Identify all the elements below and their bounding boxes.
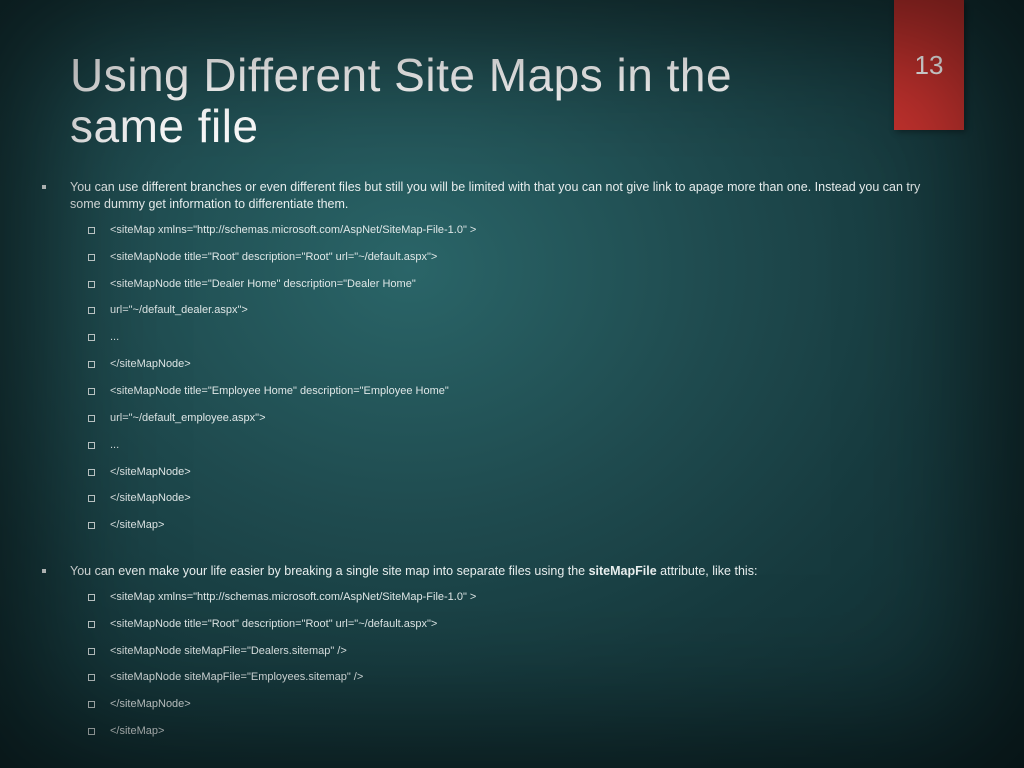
- code-line: url="~/default_dealer.aspx">: [110, 303, 954, 318]
- code-line: </siteMapNode>: [110, 465, 954, 480]
- code-line: <siteMapNode siteMapFile="Dealers.sitema…: [110, 644, 954, 659]
- bullet-text-bold: siteMapFile: [589, 564, 657, 578]
- code-line: ...: [110, 330, 954, 345]
- code-line: <siteMapNode title="Root" description="R…: [110, 617, 954, 632]
- code-line: <siteMapNode title="Dealer Home" descrip…: [110, 277, 954, 292]
- code-line: ...: [110, 438, 954, 453]
- slide: 13 Using Different Site Maps in the same…: [0, 0, 1024, 768]
- code-line: </siteMapNode>: [110, 357, 954, 372]
- page-number: 13: [915, 50, 944, 81]
- code-line: <siteMap xmlns="http://schemas.microsoft…: [110, 590, 954, 605]
- code-line: <siteMap xmlns="http://schemas.microsoft…: [110, 223, 954, 238]
- code-line: </siteMap>: [110, 518, 954, 533]
- code-line: url="~/default_employee.aspx">: [110, 411, 954, 426]
- code-line: <siteMapNode siteMapFile="Employees.site…: [110, 670, 954, 685]
- bullet-text-part: You can even make your life easier by br…: [70, 564, 589, 578]
- code-line: </siteMapNode>: [110, 491, 954, 506]
- bullet-text-part: attribute, like this:: [657, 564, 758, 578]
- code-line: <siteMapNode title="Root" description="R…: [110, 250, 954, 265]
- slide-title: Using Different Site Maps in the same fi…: [70, 50, 830, 151]
- bullet-list: You can use different branches or even d…: [70, 179, 954, 739]
- sub-bullet-list: <siteMap xmlns="http://schemas.microsoft…: [110, 223, 954, 533]
- page-number-badge: 13: [894, 0, 964, 130]
- sub-bullet-list: <siteMap xmlns="http://schemas.microsoft…: [110, 590, 954, 739]
- bullet-item: You can use different branches or even d…: [70, 179, 954, 533]
- code-line: </siteMap>: [110, 724, 954, 739]
- code-line: </siteMapNode>: [110, 697, 954, 712]
- bullet-text: You can use different branches or even d…: [70, 180, 920, 211]
- code-line: <siteMapNode title="Employee Home" descr…: [110, 384, 954, 399]
- bullet-item: You can even make your life easier by br…: [70, 563, 954, 739]
